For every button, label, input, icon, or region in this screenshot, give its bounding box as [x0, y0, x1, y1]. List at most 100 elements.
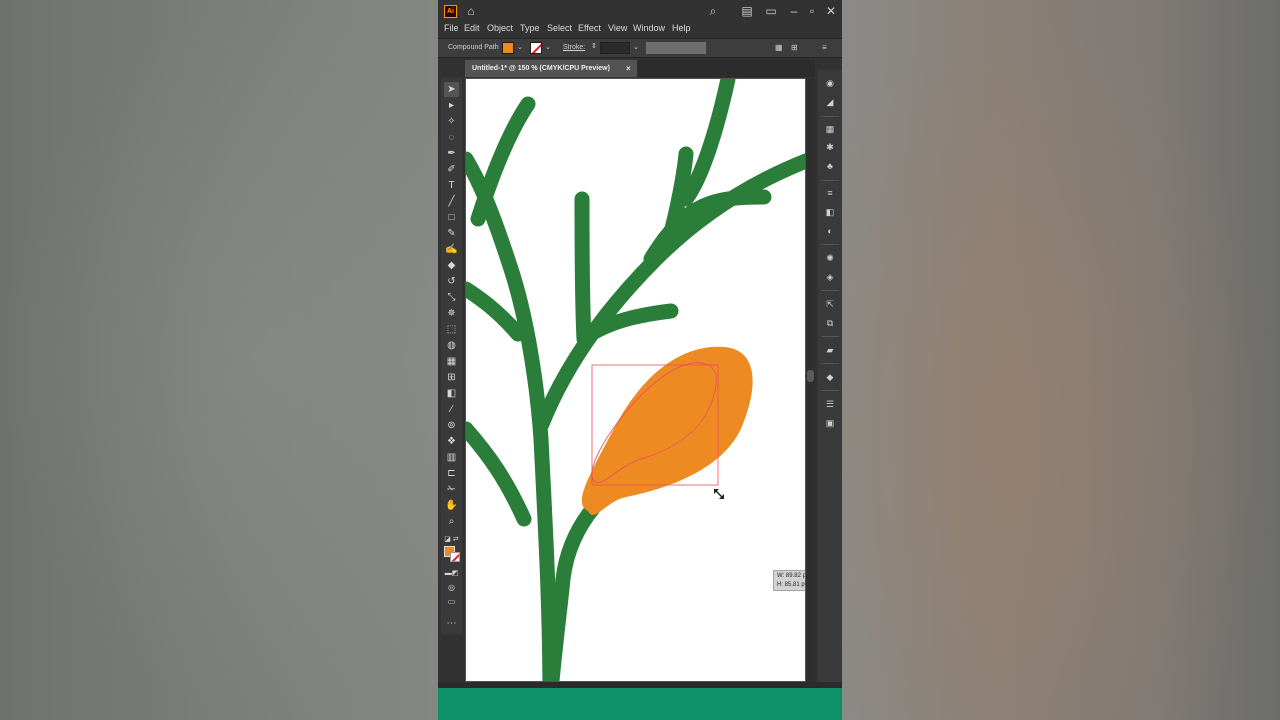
curvature-tool-icon[interactable]: ✐	[444, 162, 459, 177]
zoom-icon[interactable]: ⌕	[444, 514, 459, 529]
export-icon[interactable]: ⇱	[823, 297, 837, 311]
graph-icon[interactable]: ▥	[444, 450, 459, 465]
branch-twig-2	[678, 79, 736, 207]
symbols-icon[interactable]: ♣	[823, 159, 837, 173]
menu-bar: File Edit Object Type Select Effect View…	[438, 22, 842, 36]
asset-export-icon[interactable]: ▣	[823, 416, 837, 430]
stroke-weight-dropdown-icon[interactable]: ⌄	[633, 43, 639, 51]
selection-tool-icon[interactable]: ➤	[444, 82, 459, 97]
hand-icon[interactable]: ✋	[444, 498, 459, 513]
fill-swatch[interactable]	[502, 42, 514, 54]
stem-group[interactable]	[466, 79, 805, 681]
draw-mode-icon[interactable]: ◎	[444, 580, 459, 595]
menu-effect[interactable]: Effect	[578, 22, 601, 34]
blend-icon[interactable]: ⊚	[444, 418, 459, 433]
pathfinder-icon[interactable]: ⧉	[823, 316, 837, 330]
paintbrush-icon[interactable]: ✎	[444, 226, 459, 241]
rotate-icon[interactable]: ↺	[444, 274, 459, 289]
search-icon[interactable]: ⌕	[705, 3, 721, 19]
menu-object[interactable]: Object	[487, 22, 513, 34]
branch-twig-3	[574, 191, 592, 347]
lasso-icon[interactable]: ◌	[444, 130, 459, 145]
vertical-scrollbar[interactable]	[806, 78, 815, 683]
background-blur-right	[842, 0, 1280, 720]
fill-dropdown-icon[interactable]: ⌄	[517, 43, 523, 51]
document-tab[interactable]: Untitled-1* @ 150 % (CMYK/CPU Preview) ×	[465, 60, 637, 77]
perspective-grid-icon[interactable]: ▦	[444, 354, 459, 369]
direct-selection-tool-icon[interactable]: ▸	[444, 98, 459, 113]
brushes-icon[interactable]: ✱	[823, 140, 837, 154]
maximize-icon[interactable]: ▫	[804, 3, 820, 19]
panel-menu-icon[interactable]: ≡	[822, 43, 827, 52]
swatches-icon[interactable]: ▦	[823, 122, 837, 136]
transparency-icon[interactable]: ◐	[823, 224, 837, 238]
close-window-icon[interactable]: ✕	[823, 3, 839, 19]
control-bar: Compound Path ⌄ ⌄ Stroke: ⇕ ⌄ ▦ ⊞ ≡	[438, 38, 842, 58]
minimize-icon[interactable]: –	[786, 3, 802, 19]
home-icon[interactable]: ⌂	[463, 3, 479, 19]
graphic-style-box[interactable]	[646, 42, 706, 54]
shaper-icon[interactable]: ✍	[444, 242, 459, 257]
menu-view[interactable]: View	[608, 22, 627, 34]
menu-file[interactable]: File	[444, 22, 459, 34]
document-tab-title: Untitled-1* @ 150 % (CMYK/CPU Preview)	[472, 65, 610, 72]
tooltip-width: W: 89.82 pt	[777, 573, 805, 579]
stroke-swatch[interactable]	[530, 42, 542, 54]
rectangle-tool-icon[interactable]: □	[444, 210, 459, 225]
appearance-icon[interactable]: ✺	[823, 251, 837, 265]
symbol-sprayer-icon[interactable]: ❖	[444, 434, 459, 449]
stroke-dropdown-icon[interactable]: ⌄	[545, 43, 551, 51]
menu-edit[interactable]: Edit	[464, 22, 480, 34]
menu-select[interactable]: Select	[547, 22, 572, 34]
scrollbar-thumb[interactable]	[807, 370, 814, 382]
workspace-icon[interactable]: ▭	[763, 3, 779, 19]
line-tool-icon[interactable]: ╱	[444, 194, 459, 209]
background-blur-left	[0, 0, 438, 720]
magic-wand-icon[interactable]: ✧	[444, 114, 459, 129]
type-tool-icon[interactable]: T	[444, 178, 459, 193]
slice-icon[interactable]: ✁	[444, 482, 459, 497]
eyedropper-icon[interactable]: ⁄	[444, 402, 459, 417]
stroke-weight-input[interactable]	[600, 42, 630, 54]
artboard-icon[interactable]: ⊏	[444, 466, 459, 481]
menu-help[interactable]: Help	[672, 22, 691, 34]
leaf-stem	[544, 499, 602, 681]
artboard[interactable]: W: 89.82 pt H: 85.81 pt	[466, 79, 805, 681]
color-mode-icon[interactable]: ▬◩	[444, 566, 459, 581]
gradient-panel-icon[interactable]: ◧	[823, 205, 837, 219]
arrange-documents-icon[interactable]: ▤	[739, 3, 755, 19]
pen-tool-icon[interactable]: ✒	[444, 146, 459, 161]
align-icon[interactable]: ▦	[775, 43, 783, 52]
stroke-icon[interactable]: ≡	[823, 186, 837, 200]
title-bar: Ai ⌂ ⌕ ▤ ▭ – ▫ ✕	[438, 0, 842, 22]
document-tab-strip: Untitled-1* @ 150 % (CMYK/CPU Preview) ×	[465, 60, 815, 77]
shape-builder-icon[interactable]: ◍	[444, 338, 459, 353]
eraser-icon[interactable]: ◆	[444, 258, 459, 273]
orange-leaf[interactable]	[581, 346, 753, 515]
gradient-icon[interactable]: ◧	[444, 386, 459, 401]
layers-icon[interactable]: ◆	[823, 370, 837, 384]
comments-icon[interactable]: ▰	[823, 343, 837, 357]
default-colors-icon[interactable]: ◪ ⇄	[444, 532, 459, 547]
libraries-icon[interactable]: ◢	[823, 95, 837, 109]
puppet-warp-icon[interactable]: ✵	[444, 306, 459, 321]
free-transform-icon[interactable]: ⬚	[444, 322, 459, 337]
screen-mode-icon[interactable]: ▭	[444, 594, 459, 609]
properties-icon[interactable]: ◉	[823, 76, 837, 90]
left-upper-branch	[470, 96, 536, 227]
edit-toolbar-icon[interactable]: ⋯	[444, 616, 459, 631]
stroke-color-swatch[interactable]	[450, 552, 460, 562]
canvas-area[interactable]: W: 89.82 pt H: 85.81 pt	[465, 78, 809, 683]
app-logo: Ai	[444, 5, 457, 18]
stroke-stepper-icon[interactable]: ⇕	[591, 42, 597, 50]
adjustments-icon[interactable]: ☰	[823, 397, 837, 411]
menu-window[interactable]: Window	[633, 22, 665, 34]
menu-type[interactable]: Type	[520, 22, 540, 34]
scale-icon[interactable]: ⤡	[444, 290, 459, 305]
transform-icon[interactable]: ⊞	[791, 43, 798, 52]
graphic-styles-icon[interactable]: ◈	[823, 270, 837, 284]
stroke-label[interactable]: Stroke:	[563, 44, 585, 51]
artwork[interactable]	[466, 79, 805, 681]
mesh-icon[interactable]: ⊞	[444, 370, 459, 385]
close-tab-icon[interactable]: ×	[626, 60, 631, 77]
